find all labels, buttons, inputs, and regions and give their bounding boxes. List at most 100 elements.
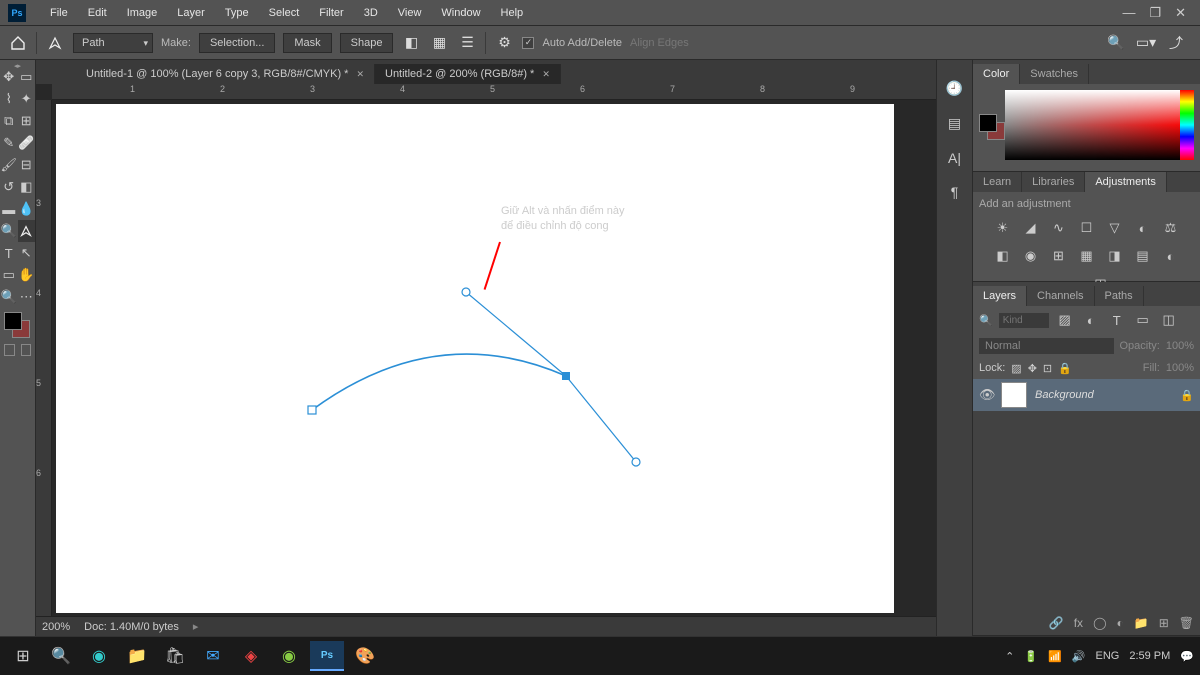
clock[interactable]: 2:59 PM bbox=[1129, 650, 1170, 662]
layers-tab[interactable]: Layers bbox=[973, 286, 1027, 306]
marquee-tool[interactable]: ▭ bbox=[18, 66, 36, 88]
mail-icon[interactable]: ✉ bbox=[196, 641, 230, 671]
edge-icon[interactable]: ◉ bbox=[82, 641, 116, 671]
blend-mode-dropdown[interactable]: Normal bbox=[979, 338, 1114, 354]
filter-shape-icon[interactable]: ▭ bbox=[1133, 310, 1153, 330]
screenmode-toggle[interactable] bbox=[21, 344, 32, 356]
close-tab-icon[interactable]: ✕ bbox=[542, 69, 550, 79]
levels-adj-icon[interactable]: ◢ bbox=[1021, 218, 1041, 238]
filter-adjust-icon[interactable]: ◐ bbox=[1081, 310, 1101, 330]
menu-edit[interactable]: Edit bbox=[78, 0, 117, 26]
layer-filter-input[interactable] bbox=[999, 313, 1049, 328]
home-icon[interactable] bbox=[8, 33, 28, 53]
mode-dropdown[interactable]: Path bbox=[73, 33, 153, 53]
filter-type-icon[interactable]: T bbox=[1107, 310, 1127, 330]
rectangle-tool[interactable]: ▭ bbox=[0, 264, 18, 286]
share-icon[interactable]: ⤴ bbox=[1166, 33, 1186, 53]
layer-fx-icon[interactable]: fx bbox=[1074, 616, 1083, 630]
layer-lock-icon[interactable]: 🔒 bbox=[1180, 389, 1194, 402]
ruler-horizontal[interactable]: 1 2 3 4 5 6 7 8 9 bbox=[52, 84, 936, 100]
tray-up-icon[interactable]: ⌃ bbox=[1005, 650, 1014, 663]
photofilter-adj-icon[interactable]: ◉ bbox=[1021, 246, 1041, 266]
menu-window[interactable]: Window bbox=[431, 0, 490, 26]
photoshop-taskbar-icon[interactable]: Ps bbox=[310, 641, 344, 671]
store-icon[interactable]: 🛍 bbox=[158, 641, 192, 671]
menu-layer[interactable]: Layer bbox=[167, 0, 215, 26]
filter-smart-icon[interactable]: ◫ bbox=[1159, 310, 1179, 330]
doc-size[interactable]: Doc: 1.40M/0 bytes bbox=[84, 621, 179, 633]
color-swatches[interactable] bbox=[0, 308, 35, 342]
eraser-tool[interactable]: ◧ bbox=[18, 176, 36, 198]
hand-tool[interactable]: ✋ bbox=[18, 264, 36, 286]
lock-artboard-icon[interactable]: ⊡ bbox=[1043, 362, 1052, 375]
vibrance-adj-icon[interactable]: ▽ bbox=[1105, 218, 1125, 238]
stamp-tool[interactable]: ⊟ bbox=[18, 154, 36, 176]
character-panel-icon[interactable]: A| bbox=[948, 150, 961, 166]
heal-tool[interactable]: 🩹 bbox=[18, 132, 36, 154]
colorlookup-adj-icon[interactable]: ▦ bbox=[1077, 246, 1097, 266]
selection-button[interactable]: Selection... bbox=[199, 33, 275, 53]
exposure-adj-icon[interactable]: ☐ bbox=[1077, 218, 1097, 238]
posterize-adj-icon[interactable]: ▤ bbox=[1133, 246, 1153, 266]
frame-tool[interactable]: ⊞ bbox=[18, 110, 36, 132]
bw-adj-icon[interactable]: ◧ bbox=[993, 246, 1013, 266]
start-button[interactable]: ⊞ bbox=[6, 641, 40, 671]
eyedropper-tool[interactable]: ✎ bbox=[0, 132, 18, 154]
move-tool[interactable]: ✥ bbox=[0, 66, 18, 88]
document-tab-1[interactable]: Untitled-1 @ 100% (Layer 6 copy 3, RGB/8… bbox=[76, 64, 375, 84]
new-group-icon[interactable]: 📁 bbox=[1134, 616, 1149, 630]
notifications-icon[interactable]: 💬 bbox=[1180, 650, 1194, 663]
history-brush-tool[interactable]: ↺ bbox=[0, 176, 18, 198]
lock-all-icon[interactable]: 🔒 bbox=[1058, 362, 1072, 375]
visibility-icon[interactable]: 👁 bbox=[979, 387, 993, 403]
paragraph-panel-icon[interactable]: ¶ bbox=[951, 184, 959, 200]
search-icon[interactable]: 🔍 bbox=[1106, 33, 1126, 53]
channelmixer-adj-icon[interactable]: ⊞ bbox=[1049, 246, 1069, 266]
menu-help[interactable]: Help bbox=[491, 0, 534, 26]
extra-tool[interactable]: ⋯ bbox=[18, 286, 36, 308]
zoom-tool[interactable]: 🔍 bbox=[0, 286, 18, 308]
mask-button[interactable]: Mask bbox=[283, 33, 331, 53]
pen-tool[interactable] bbox=[18, 220, 36, 242]
hue-adj-icon[interactable]: ◐ bbox=[1133, 218, 1153, 238]
threshold-adj-icon[interactable]: ◐ bbox=[1161, 246, 1181, 266]
brightness-adj-icon[interactable]: ☀ bbox=[993, 218, 1013, 238]
zoom-level[interactable]: 200% bbox=[42, 621, 70, 633]
canvas[interactable]: Giữ Alt và nhấn điểm này để điều chỉnh đ… bbox=[56, 104, 894, 613]
search-taskbar-icon[interactable]: 🔍 bbox=[44, 641, 78, 671]
filter-image-icon[interactable]: ▨ bbox=[1055, 310, 1075, 330]
menu-file[interactable]: File bbox=[40, 0, 78, 26]
color-picker[interactable] bbox=[1005, 90, 1194, 160]
menu-view[interactable]: View bbox=[388, 0, 432, 26]
volume-icon[interactable]: 🔊 bbox=[1072, 650, 1086, 663]
lock-position-icon[interactable]: ✥ bbox=[1028, 362, 1037, 375]
gradient-tool[interactable]: ▬ bbox=[0, 198, 18, 220]
new-fill-icon[interactable]: ◐ bbox=[1117, 616, 1124, 630]
properties-panel-icon[interactable]: ▤ bbox=[948, 115, 961, 132]
fill-value[interactable]: 100% bbox=[1166, 362, 1194, 375]
paint-icon[interactable]: 🎨 bbox=[348, 641, 382, 671]
path-select-tool[interactable]: ↖ bbox=[18, 242, 36, 264]
swatches-tab[interactable]: Swatches bbox=[1020, 64, 1089, 84]
align-icon[interactable]: ▦ bbox=[429, 33, 449, 53]
dodge-tool[interactable]: 🔍 bbox=[0, 220, 18, 242]
paths-tab[interactable]: Paths bbox=[1095, 286, 1144, 306]
auto-add-checkbox[interactable]: ✓ bbox=[522, 37, 534, 49]
lasso-tool[interactable]: ⌇ bbox=[0, 88, 18, 110]
restore-button[interactable]: ❐ bbox=[1149, 5, 1161, 21]
layer-name[interactable]: Background bbox=[1035, 389, 1094, 401]
wand-tool[interactable]: ✦ bbox=[18, 88, 36, 110]
color-tab[interactable]: Color bbox=[973, 64, 1020, 84]
new-layer-icon[interactable]: ⊞ bbox=[1159, 616, 1169, 630]
delete-layer-icon[interactable]: 🗑 bbox=[1179, 616, 1194, 630]
document-tab-2[interactable]: Untitled-2 @ 200% (RGB/8#) *✕ bbox=[375, 64, 561, 84]
brush-tool[interactable]: 🖌 bbox=[0, 154, 18, 176]
learn-tab[interactable]: Learn bbox=[973, 172, 1022, 192]
menu-type[interactable]: Type bbox=[215, 0, 259, 26]
blur-tool[interactable]: 💧 bbox=[18, 198, 36, 220]
quickmask-toggle[interactable] bbox=[4, 344, 15, 356]
explorer-icon[interactable]: 📁 bbox=[120, 641, 154, 671]
shape-button[interactable]: Shape bbox=[340, 33, 394, 53]
lock-pixels-icon[interactable]: ▨ bbox=[1011, 362, 1021, 375]
gear-icon[interactable]: ⚙ bbox=[494, 33, 514, 53]
